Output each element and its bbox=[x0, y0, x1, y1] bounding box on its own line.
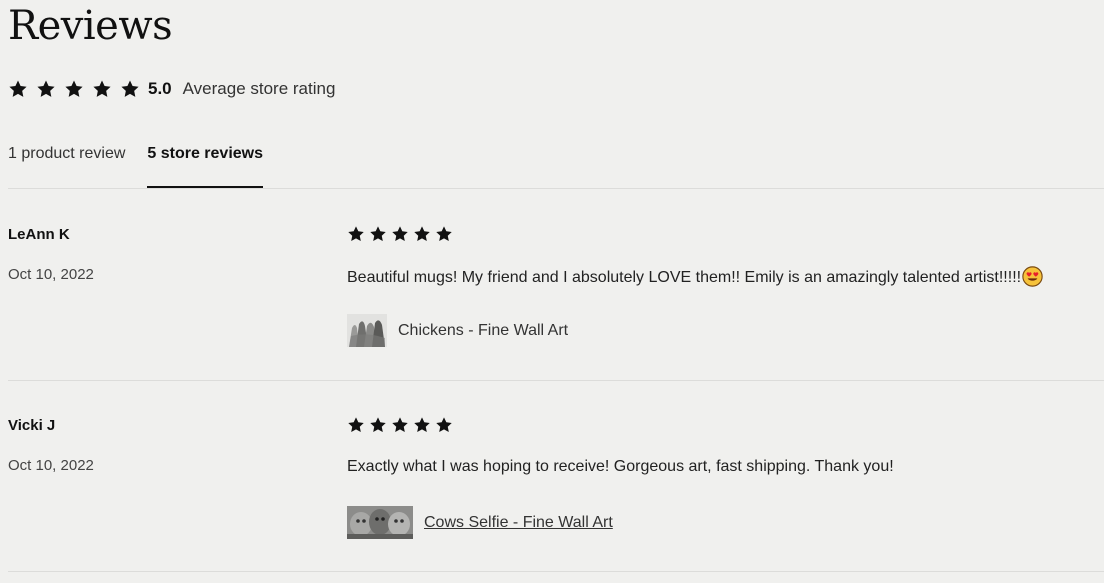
product-name: Chickens - Fine Wall Art bbox=[398, 321, 569, 339]
star-icon bbox=[413, 225, 431, 243]
page-title: Reviews bbox=[8, 3, 173, 49]
star-icon bbox=[391, 416, 409, 434]
review-product: Cows Selfie - Fine Wall Art bbox=[347, 506, 613, 539]
review-text: Exactly what I was hoping to receive! Go… bbox=[347, 458, 894, 475]
rating-value: 5.0 bbox=[148, 79, 172, 98]
star-icon bbox=[92, 79, 112, 99]
star-icon bbox=[369, 416, 387, 434]
star-icon bbox=[36, 79, 56, 99]
reviewer-name: Vicki J bbox=[8, 417, 56, 434]
review-stars bbox=[347, 225, 457, 243]
star-icon bbox=[369, 225, 387, 243]
star-icon bbox=[64, 79, 84, 99]
review-date: Oct 10, 2022 bbox=[8, 266, 94, 283]
review-stars bbox=[347, 416, 457, 434]
review-item: LeAnn K Oct 10, 2022 Beautiful mugs! My … bbox=[8, 188, 1104, 380]
average-rating-stars bbox=[8, 79, 148, 99]
product-link[interactable]: Cows Selfie - Fine Wall Art bbox=[424, 514, 613, 532]
star-icon bbox=[413, 416, 431, 434]
tab-product-reviews[interactable]: 1 product review bbox=[8, 138, 125, 188]
star-icon bbox=[435, 416, 453, 434]
review-text: Beautiful mugs! My friend and I absolute… bbox=[347, 266, 1043, 287]
average-rating: 5.0 Average store rating bbox=[8, 76, 335, 102]
review-text-content: Beautiful mugs! My friend and I absolute… bbox=[347, 269, 1022, 286]
product-thumbnail-image[interactable] bbox=[347, 314, 387, 347]
reviewer-name: LeAnn K bbox=[8, 226, 70, 243]
review-tabs: 1 product review 5 store reviews bbox=[8, 138, 285, 188]
heart-eyes-emoji-icon bbox=[1022, 266, 1043, 287]
star-icon bbox=[347, 416, 365, 434]
star-icon bbox=[435, 225, 453, 243]
review-product: Chickens - Fine Wall Art bbox=[347, 314, 568, 347]
review-item: Vicki J Oct 10, 2022 Exactly what I was … bbox=[8, 380, 1104, 571]
star-icon bbox=[391, 225, 409, 243]
star-icon bbox=[347, 225, 365, 243]
rating-label: Average store rating bbox=[182, 79, 336, 98]
reviews-page: Reviews 5.0 Average store rating 1 produ… bbox=[0, 0, 1104, 583]
star-icon bbox=[8, 79, 28, 99]
star-icon bbox=[120, 79, 140, 99]
review-date: Oct 10, 2022 bbox=[8, 457, 94, 474]
divider bbox=[8, 571, 1104, 572]
product-thumbnail-image[interactable] bbox=[347, 506, 413, 539]
tab-store-reviews[interactable]: 5 store reviews bbox=[147, 138, 263, 188]
